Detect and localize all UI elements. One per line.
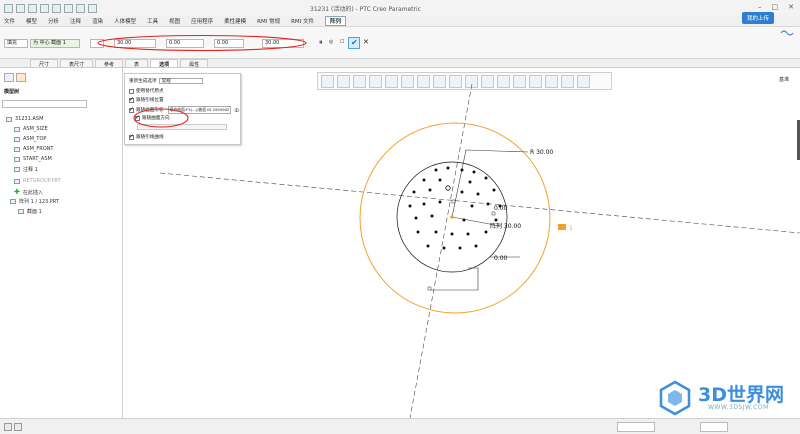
drag-handle-b [491, 211, 496, 216]
highlight-ellipse-options [133, 108, 189, 128]
drag-handle-a [451, 199, 456, 204]
dim-b-text[interactable]: 0.00 [494, 255, 508, 262]
dim-pitch-text[interactable]: 阵列 30.00 [490, 222, 521, 230]
selection-filter[interactable] [700, 422, 728, 432]
center-point [450, 215, 454, 219]
status-toggle-icon[interactable] [4, 423, 12, 431]
status-layout-icon[interactable] [14, 423, 22, 431]
smart-filter-select[interactable] [617, 422, 655, 432]
datum-axis-vertical [409, 83, 473, 419]
surface-tag-icon [558, 224, 566, 230]
datum-axis-horizontal [159, 172, 800, 234]
pattern-dots [408, 166, 502, 250]
surface-tag-text: 1 [569, 225, 573, 232]
graphics-area[interactable]: R 30.00 阵列 30.00 0.00 0.00 1 [0, 0, 800, 434]
dim-radius-text[interactable]: R 30.00 [530, 149, 553, 156]
watermark-url: WWW.3DSJW.COM [708, 404, 769, 411]
dim-a-text[interactable]: 0.00 [494, 205, 508, 212]
radius-leader [451, 149, 529, 218]
dimension-leader-a [430, 267, 479, 291]
drag-handle-c [427, 286, 432, 291]
watermark-text: 3D世界网 [698, 384, 784, 406]
status-bar [0, 418, 800, 434]
